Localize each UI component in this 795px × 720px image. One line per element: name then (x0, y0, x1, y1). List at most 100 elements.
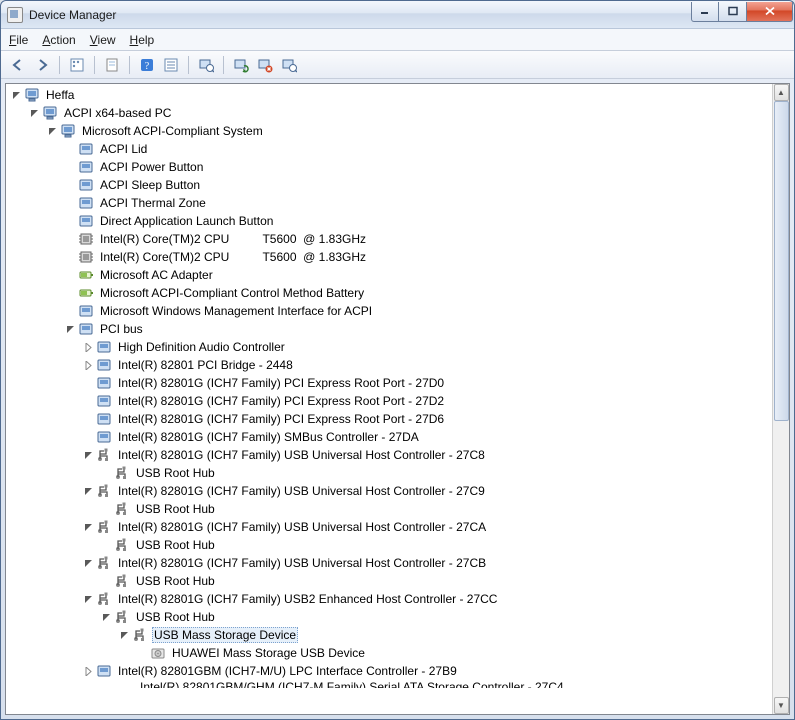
tree-smbus[interactable]: Intel(R) 82801G (ICH7 Family) SMBus Cont… (80, 428, 772, 446)
help-button[interactable] (136, 54, 158, 76)
toolbar-separator (188, 56, 189, 74)
scroll-track[interactable] (774, 101, 789, 697)
tree-usb-27cb[interactable]: Intel(R) 82801G (ICH7 Family) USB Univer… (80, 554, 772, 572)
system-device-icon (96, 663, 112, 679)
tree-ac-adapter[interactable]: Microsoft AC Adapter (62, 266, 772, 284)
tree-huawei[interactable]: HUAWEI Mass Storage USB Device (134, 644, 772, 662)
tree-root-computer[interactable]: Heffa (8, 86, 772, 104)
tree-sata-cutoff[interactable]: Intel(R) 82801GBM/GHM (ICH7-M Family) Se… (80, 680, 772, 688)
tree-acpi-pc[interactable]: ACPI x64-based PC (26, 104, 772, 122)
scroll-up-button[interactable]: ▲ (774, 84, 789, 101)
titlebar[interactable]: Device Manager (1, 1, 794, 29)
expander-open-icon[interactable] (82, 485, 94, 497)
battery-icon (78, 285, 94, 301)
detail-button[interactable] (160, 54, 182, 76)
tree-usb-27ca[interactable]: Intel(R) 82801G (ICH7 Family) USB Univer… (80, 518, 772, 536)
tree-pcie-27d0[interactable]: Intel(R) 82801G (ICH7 Family) PCI Expres… (80, 374, 772, 392)
expander-open-icon[interactable] (82, 557, 94, 569)
show-hidden-button[interactable] (66, 54, 88, 76)
minimize-button[interactable] (691, 2, 719, 22)
usb-icon (132, 627, 148, 643)
update-driver-button[interactable] (230, 54, 252, 76)
expander-closed-icon[interactable] (82, 359, 94, 371)
system-device-icon (96, 357, 112, 373)
tree-acpi-sleep[interactable]: ACPI Sleep Button (62, 176, 772, 194)
expander-open-icon[interactable] (10, 89, 22, 101)
expander-open-icon[interactable] (28, 107, 40, 119)
expander-open-icon[interactable] (118, 629, 130, 641)
window-controls (691, 2, 793, 22)
node-label: Intel(R) 82801G (ICH7 Family) PCI Expres… (116, 376, 446, 390)
menu-view[interactable]: View (90, 33, 116, 47)
expander-closed-icon[interactable] (82, 341, 94, 353)
system-device-icon (78, 321, 94, 337)
scroll-down-button[interactable]: ▼ (774, 697, 789, 714)
disable-button[interactable] (278, 54, 300, 76)
tree-acpi-power[interactable]: ACPI Power Button (62, 158, 772, 176)
tree-root-hub[interactable]: USB Root Hub (98, 464, 772, 482)
node-label: Microsoft ACPI-Compliant System (80, 124, 265, 138)
system-device-icon (96, 339, 112, 355)
expander-closed-icon[interactable] (82, 665, 94, 677)
menu-file[interactable]: File (9, 33, 28, 47)
usb-icon (114, 537, 130, 553)
scroll-thumb[interactable] (774, 101, 789, 421)
forward-button[interactable] (31, 54, 53, 76)
tree-hda[interactable]: High Definition Audio Controller (80, 338, 772, 356)
expander-open-icon[interactable] (82, 449, 94, 461)
node-label: Heffa (44, 88, 76, 102)
node-label: ACPI Power Button (98, 160, 205, 174)
window-title: Device Manager (29, 8, 691, 22)
tree-ms-acpi[interactable]: Microsoft ACPI-Compliant System (44, 122, 772, 140)
node-label: USB Root Hub (134, 538, 217, 552)
menu-action[interactable]: Action (42, 33, 75, 47)
node-label: Intel(R) 82801G (ICH7 Family) PCI Expres… (116, 394, 446, 408)
tree-direct-app[interactable]: Direct Application Launch Button (62, 212, 772, 230)
maximize-button[interactable] (719, 2, 747, 22)
uninstall-button[interactable] (254, 54, 276, 76)
content-frame: Heffa ACPI x64-based PC (5, 83, 790, 715)
device-tree[interactable]: Heffa ACPI x64-based PC (6, 84, 772, 714)
tree-pcie-27d2[interactable]: Intel(R) 82801G (ICH7 Family) PCI Expres… (80, 392, 772, 410)
back-button[interactable] (7, 54, 29, 76)
tree-root-hub[interactable]: USB Root Hub (98, 536, 772, 554)
tree-cpu1[interactable]: Intel(R) Core(TM)2 CPU T5600 @ 1.83GHz (62, 230, 772, 248)
tree-usb-27c8[interactable]: Intel(R) 82801G (ICH7 Family) USB Univer… (80, 446, 772, 464)
tree-acpi-lid[interactable]: ACPI Lid (62, 140, 772, 158)
tree-wmi[interactable]: Microsoft Windows Management Interface f… (62, 302, 772, 320)
expander-open-icon[interactable] (100, 611, 112, 623)
tree-root-hub[interactable]: USB Root Hub (98, 500, 772, 518)
menu-help[interactable]: Help (130, 33, 155, 47)
expander-open-icon[interactable] (82, 521, 94, 533)
usb-icon (96, 555, 112, 571)
tree-battery[interactable]: Microsoft ACPI-Compliant Control Method … (62, 284, 772, 302)
node-label: Intel(R) 82801G (ICH7 Family) USB Univer… (116, 484, 487, 498)
node-label: Microsoft Windows Management Interface f… (98, 304, 374, 318)
expander-open-icon[interactable] (64, 323, 76, 335)
system-device-icon (96, 411, 112, 427)
tree-acpi-thermal[interactable]: ACPI Thermal Zone (62, 194, 772, 212)
tree-cpu2[interactable]: Intel(R) Core(TM)2 CPU T5600 @ 1.83GHz (62, 248, 772, 266)
tree-root-hub[interactable]: USB Root Hub (98, 608, 772, 626)
tree-usb-27c9[interactable]: Intel(R) 82801G (ICH7 Family) USB Univer… (80, 482, 772, 500)
tree-lpc[interactable]: Intel(R) 82801GBM (ICH7-M/U) LPC Interfa… (80, 662, 772, 680)
tree-usb2-27cc[interactable]: Intel(R) 82801G (ICH7 Family) USB2 Enhan… (80, 590, 772, 608)
tree-pcie-27d6[interactable]: Intel(R) 82801G (ICH7 Family) PCI Expres… (80, 410, 772, 428)
vertical-scrollbar[interactable]: ▲ ▼ (772, 84, 789, 714)
expander-open-icon[interactable] (82, 593, 94, 605)
tree-mass-storage[interactable]: USB Mass Storage Device (116, 626, 772, 644)
usb-icon (114, 573, 130, 589)
cpu-icon (78, 249, 94, 265)
node-label: ACPI Lid (98, 142, 149, 156)
node-label: Direct Application Launch Button (98, 214, 275, 228)
tree-pci-bridge[interactable]: Intel(R) 82801 PCI Bridge - 2448 (80, 356, 772, 374)
expander-open-icon[interactable] (46, 125, 58, 137)
app-icon (7, 7, 23, 23)
scan-hardware-button[interactable] (195, 54, 217, 76)
node-label: ACPI Sleep Button (98, 178, 202, 192)
tree-root-hub[interactable]: USB Root Hub (98, 572, 772, 590)
close-button[interactable] (747, 2, 793, 22)
properties-button[interactable] (101, 54, 123, 76)
tree-pci-bus[interactable]: PCI bus (62, 320, 772, 338)
node-label: Intel(R) 82801G (ICH7 Family) USB2 Enhan… (116, 592, 499, 606)
